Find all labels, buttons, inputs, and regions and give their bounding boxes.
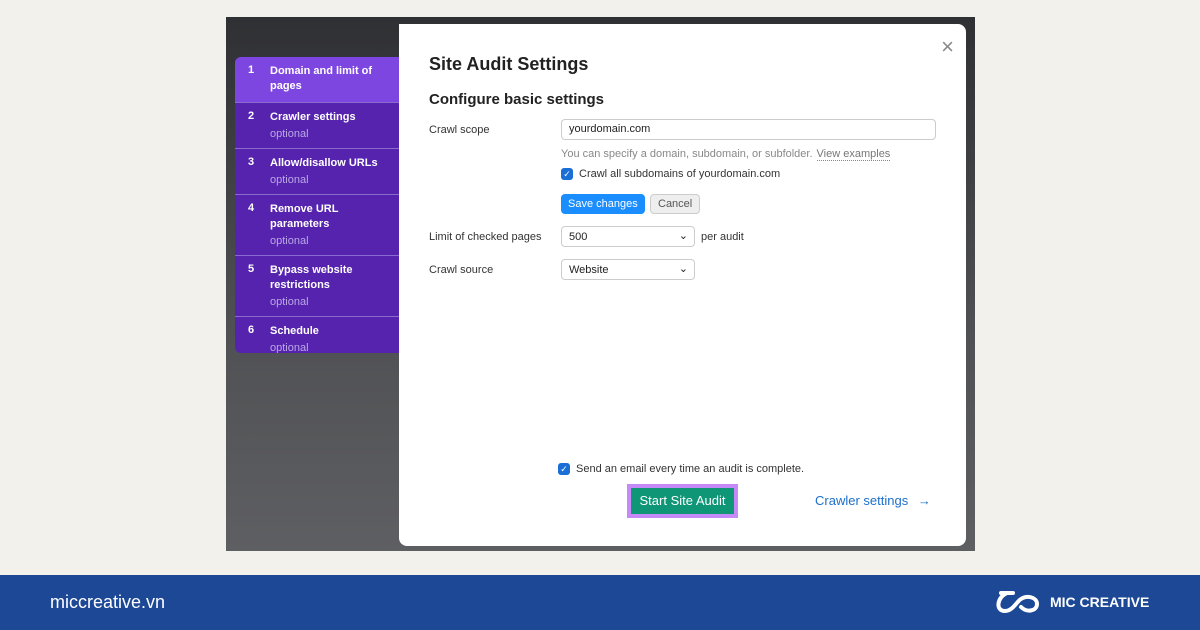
step-number: 6 [248, 324, 255, 336]
step-optional: optional [270, 128, 309, 140]
step-number: 5 [248, 263, 255, 275]
cancel-button[interactable]: Cancel [650, 194, 701, 214]
step-number: 4 [248, 202, 255, 214]
modal-title: Site Audit Settings [429, 54, 589, 74]
arrow-right-icon: → [917, 493, 931, 508]
limit-label: Limit of checked pages [429, 231, 542, 243]
step-number: 1 [248, 64, 255, 76]
crawler-link-text: Crawler settings [815, 493, 909, 508]
step-title: Schedule [270, 325, 319, 337]
step-title: Remove URL parameters [270, 203, 339, 230]
view-examples-link[interactable]: View examples [816, 148, 891, 161]
crawl-source-label: Crawl source [429, 264, 494, 276]
email-label: Send an email every time an audit is com… [576, 463, 805, 475]
per-audit-label: per audit [701, 231, 744, 243]
mic-creative-logo-icon [996, 591, 1040, 614]
settings-steps-sidebar: 1 Domain and limit of pages 2 Crawler setti… [235, 57, 399, 353]
step-number: 3 [248, 156, 255, 168]
checkbox-checked-icon[interactable]: ✓ [558, 463, 570, 476]
step-title: Domain and limit of pages [270, 65, 373, 92]
crawler-settings-link[interactable]: Crawler settings → [815, 493, 931, 508]
footer-bar: miccreative.vn MIC CREATIVE [0, 575, 1200, 630]
website-url: miccreative.vn [50, 592, 166, 612]
step-title: Bypass website restrictions [270, 264, 353, 291]
start-site-audit-button[interactable]: Start Site Audit [631, 488, 734, 514]
section-title: Configure basic settings [429, 91, 605, 108]
email-checkbox[interactable]: ✓ Send an email every time an audit is co… [558, 463, 805, 476]
crawl-source-select[interactable]: Website ⌄ [561, 259, 695, 280]
limit-value: 500 [569, 231, 588, 243]
step-optional: optional [270, 235, 309, 247]
sidebar-step-2[interactable]: 2 Crawler settings optional [235, 103, 399, 149]
sidebar-step-6[interactable]: 6 Schedule optional [235, 317, 399, 353]
checkbox-label: Crawl all subdomains of yourdomain.com [579, 168, 781, 180]
close-icon[interactable]: × [941, 34, 954, 60]
hint-text: You can specify a domain, subdomain, or … [561, 148, 813, 160]
brand-name: MIC CREATIVE [1050, 594, 1150, 610]
sidebar-step-4[interactable]: 4 Remove URL parameters optional [235, 195, 399, 256]
chevron-down-icon: ⌄ [678, 230, 688, 242]
step-optional: optional [270, 296, 309, 308]
step-optional: optional [270, 342, 309, 353]
crawl-subdomains-checkbox[interactable]: ✓ Crawl all subdomains of yourdomain.com [561, 168, 781, 181]
sidebar-step-3[interactable]: 3 Allow/disallow URLs optional [235, 149, 399, 195]
limit-select[interactable]: 500 ⌄ [561, 226, 695, 247]
step-title: Crawler settings [270, 111, 356, 123]
step-optional: optional [270, 174, 309, 186]
site-audit-settings-modal: × Site Audit Settings Configure basic se… [399, 24, 966, 546]
step-title: Allow/disallow URLs [270, 157, 378, 169]
chevron-down-icon: ⌄ [678, 263, 688, 275]
crawl-scope-input[interactable]: yourdomain.com [561, 119, 936, 140]
save-changes-button[interactable]: Save changes [561, 194, 645, 214]
start-button-highlight: Start Site Audit [627, 484, 738, 518]
crawl-scope-label: Crawl scope [429, 124, 490, 136]
step-number: 2 [248, 110, 255, 122]
sidebar-step-5[interactable]: 5 Bypass website restrictions optional [235, 256, 399, 317]
sidebar-step-1[interactable]: 1 Domain and limit of pages [235, 57, 399, 103]
checkbox-checked-icon[interactable]: ✓ [561, 168, 573, 181]
crawl-scope-hint: You can specify a domain, subdomain, or … [561, 148, 891, 161]
source-value: Website [569, 264, 609, 276]
